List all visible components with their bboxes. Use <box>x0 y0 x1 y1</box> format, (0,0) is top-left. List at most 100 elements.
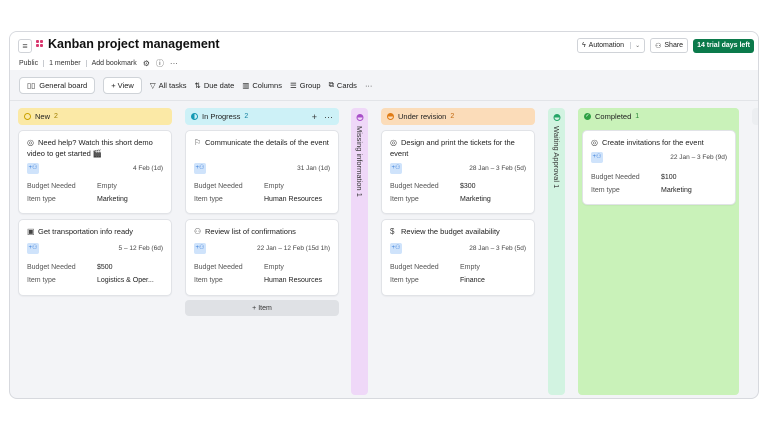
people-icon: ⚇ <box>194 227 202 236</box>
card-prop: Item type Human Resources <box>194 196 322 203</box>
people-icon: ⚇ <box>655 42 662 50</box>
board-view-icon: ▯▯ <box>27 80 36 90</box>
page-header: ≡ Kanban project management Public 1 mem… <box>10 32 758 70</box>
column-count: 2 <box>450 113 455 120</box>
card[interactable]: ⚇ Review list of confirmations +⚇ 22 Jan … <box>185 219 339 296</box>
assignee-icon[interactable]: +⚇ <box>194 163 206 174</box>
column-count: 2 <box>54 113 58 120</box>
column-count: 1 <box>552 184 561 189</box>
card-title: Communicate the details of the event <box>205 138 329 147</box>
task-icon: ◎ <box>390 138 397 147</box>
assignee-icon[interactable]: +⚇ <box>390 243 402 254</box>
divider <box>10 100 758 101</box>
add-view-button[interactable]: + View <box>103 76 142 94</box>
cards-button[interactable]: ⧉ Cards <box>329 80 357 90</box>
column-count: 1 <box>355 192 364 197</box>
card-title: Design and print the tickets for the eve… <box>390 138 515 158</box>
menu-icon[interactable]: ≡ <box>18 39 32 53</box>
column-header-in-progress[interactable]: In Progress 2 + ··· <box>185 108 339 125</box>
assignee-icon[interactable]: +⚇ <box>194 243 206 254</box>
card-date[interactable]: 22 Jan – 12 Feb (15d 1h) <box>257 245 330 252</box>
card[interactable]: ◎ Create invitations for the event +⚇ 22 … <box>582 130 736 205</box>
card-title: Review the budget availability <box>401 227 500 236</box>
group-icon: ☰ <box>289 80 297 90</box>
add-card-icon[interactable]: + <box>312 112 317 122</box>
visibility-label[interactable]: Public <box>19 60 38 67</box>
card[interactable]: ◎ Design and print the tickets for the ev… <box>381 130 535 214</box>
column-count: 2 <box>244 113 249 120</box>
column-missing-information[interactable]: Missing information 1 <box>351 108 368 395</box>
card-prop: Item type Finance <box>390 277 485 284</box>
column-new: New 2 <box>18 108 172 125</box>
trial-badge[interactable]: 14 trial days left <box>693 38 754 53</box>
assignee-icon[interactable]: +⚇ <box>591 152 603 163</box>
filter-icon: ▽ <box>149 80 156 90</box>
sort-button[interactable]: ⇅ Due date <box>195 81 235 90</box>
cards-icon: ⧉ <box>328 80 334 89</box>
chevron-down-icon[interactable]: ⌄ <box>630 42 640 49</box>
page-title: Kanban project management <box>48 37 220 51</box>
task-icon: ◎ <box>591 138 598 147</box>
status-progress-icon <box>191 113 198 120</box>
next-column-edge[interactable] <box>752 108 758 125</box>
card-date[interactable]: 4 Feb (1d) <box>133 165 163 172</box>
card-prop: Item type Marketing <box>591 187 692 194</box>
column-header-under-revision[interactable]: Under revision 2 <box>381 108 535 125</box>
view-name: General board <box>39 80 88 90</box>
card[interactable]: ▣ Get transportation info ready +⚇ 5 – 12… <box>18 219 172 296</box>
page-meta: Public 1 member Add bookmark ⚙ ⓘ ··· <box>19 58 178 69</box>
card[interactable]: $ Review the budget availability +⚇ 28 Ja… <box>381 219 535 296</box>
megaphone-icon: ⚐ <box>194 138 202 147</box>
columns-button[interactable]: ▥ Columns <box>242 81 282 90</box>
members-link[interactable]: 1 member <box>49 60 81 67</box>
column-more-icon[interactable]: ··· <box>324 112 333 122</box>
column-in-progress: In Progress 2 + ··· <box>185 108 339 125</box>
columns-icon: ▥ <box>242 80 250 90</box>
card-prop: Item type Marketing <box>390 196 491 203</box>
status-new-icon <box>24 113 31 120</box>
column-header-completed[interactable]: ✓ Completed 1 <box>578 108 739 125</box>
add-bookmark-link[interactable]: Add bookmark <box>92 60 137 67</box>
share-button[interactable]: ⚇ Share <box>650 38 689 53</box>
board-app-icon <box>36 40 44 48</box>
assignee-icon[interactable]: +⚇ <box>27 243 39 254</box>
card-prop: Budget Needed Empty <box>194 183 284 190</box>
card[interactable]: ◎ Need help? Watch this short demo video … <box>18 130 172 214</box>
bus-icon: ▣ <box>27 227 35 236</box>
card-date[interactable]: 31 Jan (1d) <box>297 165 330 172</box>
check-circle-icon: ✓ <box>584 113 591 120</box>
card-title: Create invitations for the event <box>602 138 704 147</box>
status-waiting-icon <box>553 114 560 121</box>
column-label: In Progress <box>202 112 241 121</box>
toolbar-more-icon[interactable]: ··· <box>365 81 373 90</box>
column-label: Completed <box>595 112 632 121</box>
card-date[interactable]: 28 Jan – 3 Feb (5d) <box>469 165 526 172</box>
column-under-revision: Under revision 2 <box>381 108 535 125</box>
settings-icon[interactable]: ⚙ <box>143 59 150 68</box>
card-prop: Budget Needed $100 <box>591 174 677 181</box>
group-button[interactable]: ☰ Group <box>290 81 321 90</box>
automation-label: Automation <box>588 42 625 49</box>
view-selector[interactable]: ▯▯ General board <box>19 76 96 94</box>
card-title: Need help? Watch this short demo video t… <box>27 138 153 158</box>
info-icon[interactable]: ⓘ <box>156 58 164 69</box>
card-date[interactable]: 28 Jan – 3 Feb (5d) <box>469 245 526 252</box>
more-options-icon[interactable]: ··· <box>170 59 178 68</box>
filter-button[interactable]: ▽ All tasks <box>150 81 187 90</box>
card-prop: Item type Human Resources <box>194 277 322 284</box>
card-prop: Budget Needed $300 <box>390 183 476 190</box>
status-revision-icon <box>387 113 394 120</box>
card[interactable]: ⚐ Communicate the details of the event +⚇… <box>185 130 339 214</box>
card-date[interactable]: 5 – 12 Feb (6d) <box>119 245 163 252</box>
card-title: Get transportation info ready <box>38 227 134 236</box>
assignee-icon[interactable]: +⚇ <box>27 163 39 174</box>
automation-button[interactable]: ϟ Automation ⌄ <box>576 38 646 53</box>
column-header-new[interactable]: New 2 <box>18 108 172 125</box>
assignee-icon[interactable]: +⚇ <box>390 163 402 174</box>
card-date[interactable]: 22 Jan – 3 Feb (9d) <box>670 154 727 161</box>
add-item-button[interactable]: + Item <box>185 300 339 316</box>
card-prop: Item type Marketing <box>27 196 128 203</box>
bolt-icon: ϟ <box>581 42 586 49</box>
card-prop: Item type Logistics & Oper... <box>27 277 154 284</box>
column-waiting-approval[interactable]: Waiting Approval 1 <box>548 108 565 395</box>
